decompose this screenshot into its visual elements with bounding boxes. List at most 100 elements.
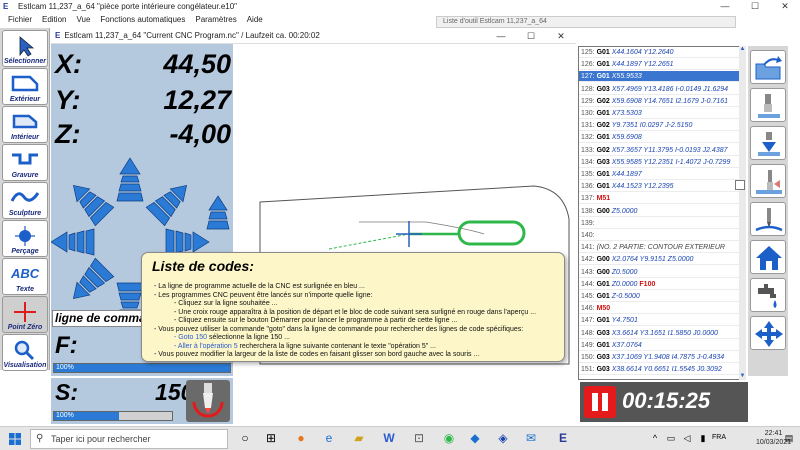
command-line-input[interactable]: ligne de commande [52,310,142,327]
jog-down-left-arrow[interactable] [64,257,115,307]
battery-icon[interactable]: ▮ [696,431,710,445]
code-row[interactable]: 131: G02 Y9.7351 I0.0297 J-2.5150 [579,120,739,132]
home-button[interactable] [750,240,786,274]
code-row[interactable]: 137: M51 [579,193,739,205]
task-view-grid-icon[interactable]: ⊞ [264,431,278,445]
code-row[interactable]: 129: G02 X59.6908 Y14.7651 I2.1679 J-0.7… [579,96,739,107]
sub-close-button[interactable]: ✕ [546,28,576,44]
code-row[interactable]: 128: G03 X57.4969 Y13.4186 I-0.0149 J1.6… [579,84,739,95]
menu-vue[interactable]: Vue [76,15,90,24]
scroll-up-icon[interactable]: ▲ [739,46,746,53]
jog-z-up-arrow[interactable] [206,195,230,230]
code-row[interactable]: 142: G00 X2.0764 Y9.9151 Z5.0000 [579,254,739,266]
code-row[interactable]: 143: G00 Z0.5000 [579,267,739,278]
code-row[interactable]: 126: G01 X44.1897 Y12.2651 [579,59,739,71]
code-row[interactable]: 145: G01 Z-0.5000 [579,291,739,302]
probe-needle-icon [755,208,783,232]
code-row[interactable]: 136: G01 X44.1523 Y12.2395 [579,181,739,193]
zero-point-tool-button[interactable]: Point Zéro [2,296,48,333]
code-row[interactable]: 133: G02 X57.3657 Y11.3795 I-0.0193 J2.4… [579,145,739,156]
file-explorer-icon[interactable]: ▰ [352,431,366,445]
code-row-p: X55.9585 Y12.2351 I-1.4072 J-0.7299 [611,158,731,166]
feed-override-fill [54,364,230,372]
code-list-resize-handle[interactable] [735,180,745,190]
word-icon[interactable]: W [382,431,396,445]
edge-icon[interactable]: e [322,431,336,445]
interior-tool-button[interactable]: Intérieur [2,106,48,143]
code-row[interactable]: 134: G03 X55.9585 Y12.2351 I-1.4072 J-0.… [579,157,739,168]
visualisation-tool-button[interactable]: Visualisation [2,334,48,371]
engrave-tool-button[interactable]: Gravure [2,144,48,181]
windows-start-icon[interactable] [9,433,21,445]
help-line: - Aller à l'opération 5 recherchera la l… [154,343,536,352]
minimize-button[interactable]: — [710,0,740,13]
app-icon-2[interactable]: ◈ [496,431,510,445]
jog-up-arrow[interactable] [116,157,144,202]
surface-probe-button[interactable] [750,202,786,236]
pause-button[interactable] [584,386,616,418]
exterior-tool-button[interactable]: Extérieur [2,68,48,105]
code-row[interactable]: 135: G01 X44.1897 [579,169,739,180]
tool-depth-button[interactable] [750,88,786,122]
code-row[interactable]: 151: G03 X38.6614 Y0.6651 I1.5545 J0.309… [579,364,739,376]
code-row[interactable]: 127: G01 X55.9533 [579,71,739,83]
sculpt-tool-button[interactable]: Sculpture [2,182,48,219]
task-view-icon[interactable]: ○ [238,431,252,445]
drill-tool-button[interactable]: Perçage [2,220,48,257]
select-tool-button[interactable]: Sélectionner [2,30,48,67]
jog-up-left-arrow[interactable] [64,176,115,227]
menu-aide[interactable]: Aide [247,15,263,24]
spindle-toggle-button[interactable] [186,380,230,422]
tool-change-button[interactable] [750,164,786,198]
menu-fonctions-automatiques[interactable]: Fonctions automatiques [100,15,185,24]
input-language[interactable]: FRA [712,434,726,441]
code-row[interactable]: 147: G01 Y4.7501 [579,315,739,327]
estlcam-taskbar-icon[interactable]: E [556,431,570,445]
tray-chevron-icon[interactable]: ^ [648,431,662,445]
code-row[interactable]: 148: G03 X3.6614 Y3.1651 I1.5850 J0.0000 [579,328,739,339]
spindle-override-bar[interactable]: 100% [53,411,173,421]
notifications-icon[interactable]: ▤ [782,431,796,445]
code-row-g: G03 [596,329,610,337]
code-row[interactable]: 125: G01 X44.1604 Y12.2640 [579,47,739,58]
sculpt-tool-label: Sculpture [8,210,42,217]
firefox-icon[interactable]: ● [294,431,308,445]
toolpath-preview-canvas[interactable] [234,44,576,424]
code-row[interactable]: 130: G01 X73.5303 [579,108,739,119]
taskbar-search-box[interactable]: ⚲ Taper ici pour rechercher [30,429,228,449]
code-row[interactable]: 144: G01 Z0.0000 F100 [579,279,739,290]
code-row[interactable]: 141: (NO. 2 PARTIE: CONTOUR EXTERIEUR [579,242,739,254]
jog-up-right-arrow[interactable] [145,176,195,227]
network-icon[interactable]: ▭ [664,431,678,445]
menu-parametres[interactable]: Paramètres [195,15,236,24]
scroll-down-icon[interactable]: ▼ [739,373,746,380]
close-button[interactable]: ✕ [770,0,800,13]
code-row[interactable]: 146: M50 [579,303,739,315]
move-axes-button[interactable] [750,316,786,350]
code-row-ln: 130: [581,110,595,117]
text-tool-button[interactable]: ABC Texte [2,258,48,295]
code-row[interactable]: 139: [579,218,739,229]
jog-left-arrow[interactable] [51,228,95,256]
maximize-button[interactable]: ☐ [740,0,770,13]
code-row[interactable]: 132: G01 X59.6908 [579,132,739,144]
feed-override-bar[interactable]: 100% [53,363,231,373]
code-row[interactable]: 150: G03 X37.1069 Y1.9408 I4.7875 J-0.49… [579,352,739,363]
volume-icon[interactable]: ◁ [680,431,694,445]
menu-edition[interactable]: Edition [42,15,66,24]
code-row[interactable]: 140: [579,230,739,241]
menu-fichier[interactable]: Fichier [8,15,32,24]
app-icon-1[interactable]: ◆ [468,431,482,445]
code-list[interactable]: 125: G01 X44.1604 Y12.2640 126: G01 X44.… [578,46,746,380]
store-icon[interactable]: ⊡ [412,431,426,445]
coolant-button[interactable] [750,278,786,312]
sub-minimize-button[interactable]: — [486,28,516,44]
z-probe-button[interactable] [750,126,786,160]
code-row[interactable]: 149: G01 X37.0764 [579,340,739,351]
open-folder-button[interactable] [750,50,786,84]
code-row[interactable]: 138: G00 Z5.0000 [579,206,739,217]
code-list-scrollbar[interactable]: ▲ ▼ [739,46,746,380]
chrome-icon[interactable]: ◉ [442,431,456,445]
sub-maximize-button[interactable]: ☐ [516,28,546,44]
mail-icon[interactable]: ✉ [524,431,538,445]
